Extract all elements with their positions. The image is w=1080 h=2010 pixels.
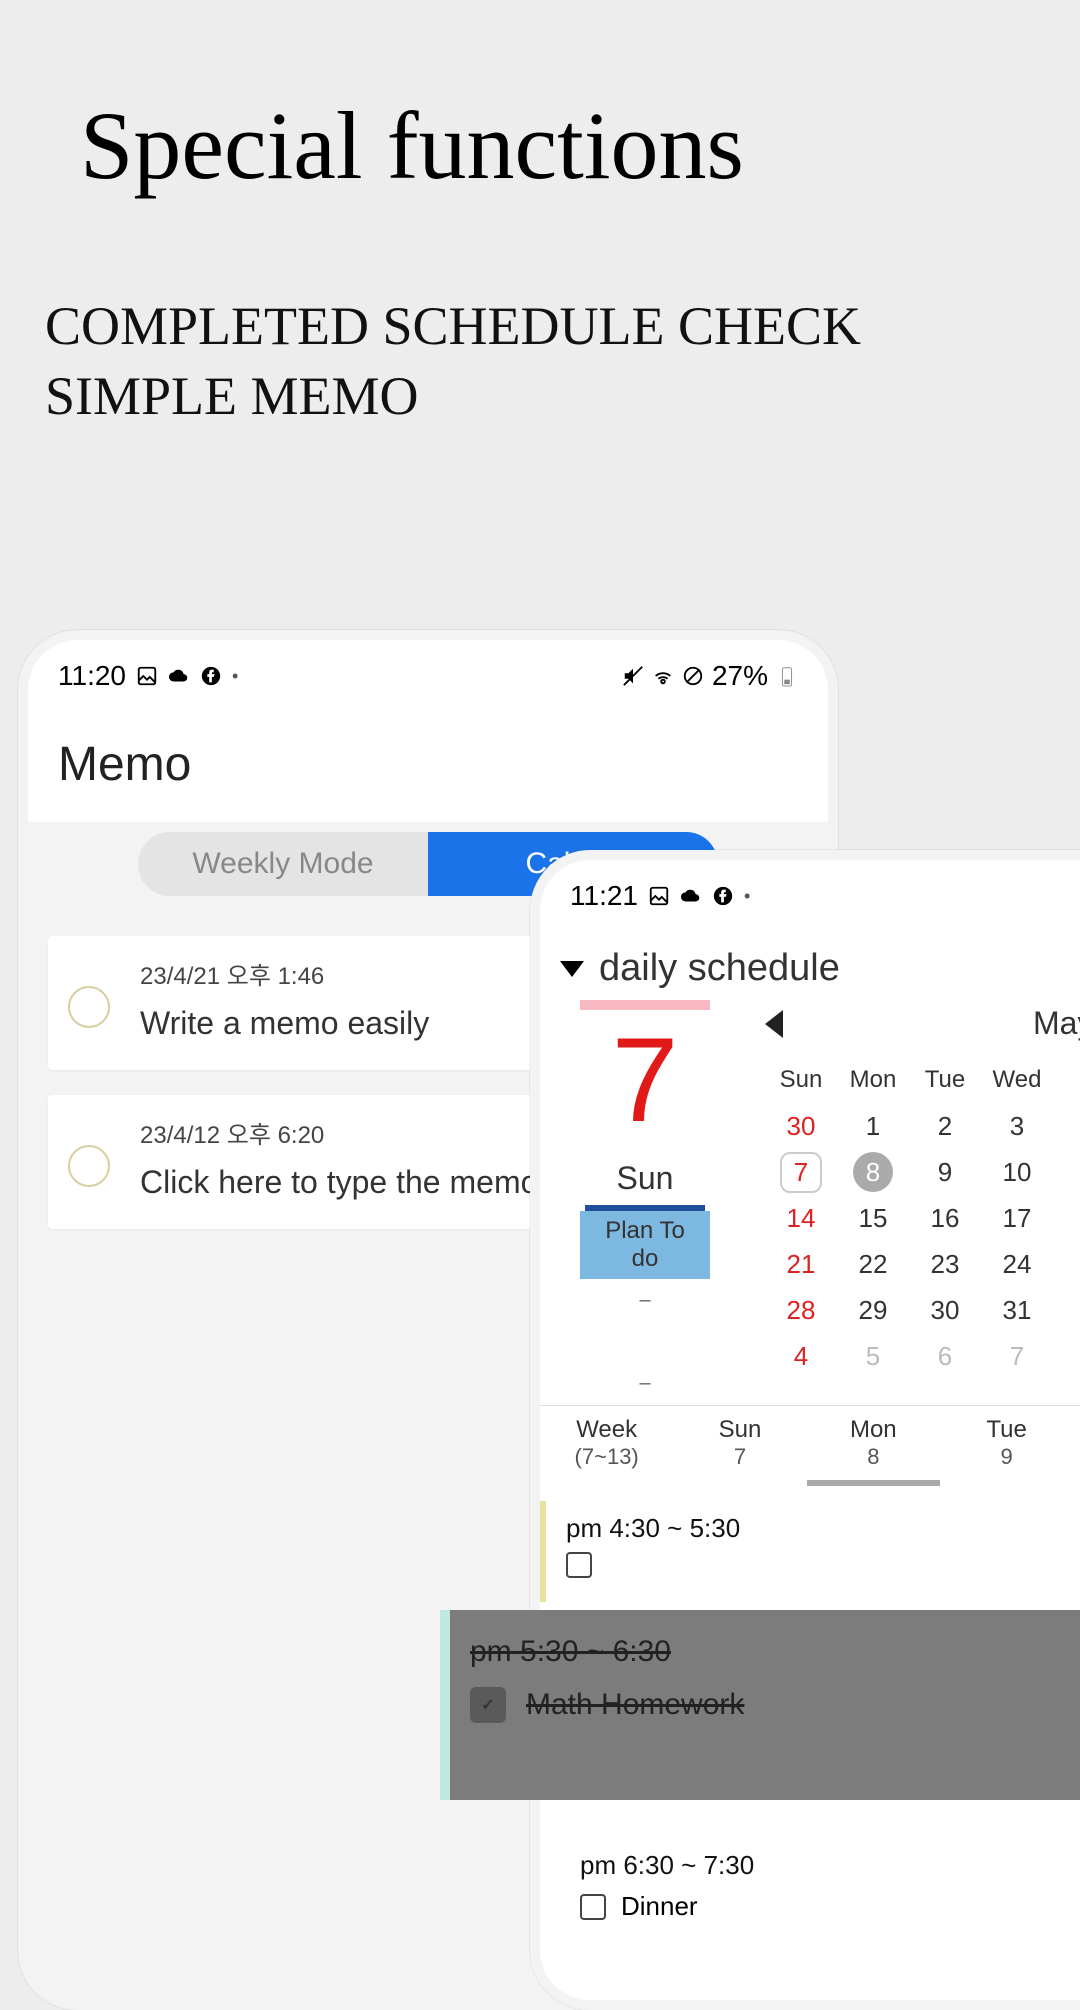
do-not-disturb-icon [682,665,704,687]
calendar-day[interactable]: 17 [981,1195,1053,1241]
calendar-day[interactable]: 1 [837,1103,909,1149]
screen-title-row[interactable]: daily schedule [540,922,1080,1000]
calendar-day[interactable]: 3 [981,1103,1053,1149]
image-icon [136,665,158,687]
calendar-day[interactable]: 22 [837,1241,909,1287]
screen-title: Memo [28,702,828,822]
schedule-text: Dinner [621,1891,698,1922]
week-tab[interactable]: Sun7 [673,1406,806,1486]
battery-percent: 27% [712,660,768,692]
calendar-panel: May 202 Sun Mon Tue Wed 30 1 2 3 7 [735,1000,1080,1395]
dash: – [555,1372,735,1395]
memo-radio[interactable] [68,1145,110,1187]
schedule-time: pm 5:30 ~ 6:30 [470,1635,1080,1669]
selected-day-number: 7 [555,1020,735,1140]
calendar-day[interactable]: 10 [981,1149,1053,1195]
facebook-icon [712,885,734,907]
accent-bar [580,1000,710,1010]
calendar-day[interactable]: 31 [981,1287,1053,1333]
wifi-icon [652,665,674,687]
calendar-header: Sun Mon Tue Wed [765,1057,1080,1103]
dow-label: Wed [981,1057,1053,1103]
checkbox-checked-icon[interactable]: ✓ [470,1687,506,1723]
schedule-time: pm 4:30 ~ 5:30 [566,1513,1080,1544]
page-subhead: COMPLETED SCHEDULE CHECK SIMPLE MEMO [45,291,1080,431]
calendar-day[interactable]: 16 [909,1195,981,1241]
week-tabs[interactable]: Week(7~13) Sun7 Mon8 Tue9 Wed10 Th1 [540,1405,1080,1486]
dow-label: Mon [837,1057,909,1103]
schedule-item[interactable]: pm 6:30 ~ 7:30 Dinner [560,1835,1080,1937]
calendar-day[interactable]: 14 [765,1195,837,1241]
cloud-icon [168,665,190,687]
selected-day-dow: Sun [555,1160,735,1197]
calendar-day[interactable]: 24 [981,1241,1053,1287]
calendar-day[interactable]: 5 [837,1333,909,1379]
selected-day-panel: 7 Sun Plan To do – – [555,1000,735,1395]
schedule-list: pm 4:30 ~ 5:30 [540,1501,1080,1602]
checkbox-empty[interactable] [580,1894,606,1920]
week-tab[interactable]: Week(7~13) [540,1406,673,1486]
dot-icon: • [744,886,750,907]
chevron-down-icon [560,961,584,977]
calendar-day[interactable]: 29 [837,1287,909,1333]
week-tab-active[interactable]: Mon8 [807,1406,940,1486]
week-tab[interactable]: Wed10 [1073,1406,1080,1486]
mute-icon [622,665,644,687]
status-bar: 11:20 • 27% [28,640,828,702]
checkbox-empty[interactable] [566,1552,592,1578]
facebook-icon [200,665,222,687]
status-bar: 11:21 • [540,860,1080,922]
schedule-item-completed[interactable]: pm 5:30 ~ 6:30 ✓ Math Homework [440,1610,1080,1800]
week-tab[interactable]: Tue9 [940,1406,1073,1486]
calendar-day[interactable]: 15 [837,1195,909,1241]
screen-title: daily schedule [599,947,840,990]
calendar-day-today[interactable]: 8 [837,1149,909,1195]
plan-todo-label[interactable]: Plan To do [580,1211,710,1279]
dot-icon: • [232,666,238,687]
calendar-day[interactable]: 7 [981,1333,1053,1379]
schedule-text: Math Homework [526,1688,744,1722]
page-headline: Special functions [80,90,1080,201]
status-time: 11:21 [570,880,638,912]
calendar-day[interactable]: 23 [909,1241,981,1287]
calendar-day[interactable]: 4 [765,1333,837,1379]
calendar-day[interactable]: 6 [909,1333,981,1379]
image-icon [648,885,670,907]
calendar-day[interactable]: 30 [909,1287,981,1333]
calendar-day[interactable]: 28 [765,1287,837,1333]
subhead-line1: COMPLETED SCHEDULE CHECK [45,296,861,356]
calendar-day[interactable]: 30 [765,1103,837,1149]
memo-radio[interactable] [68,986,110,1028]
calendar-day[interactable]: 9 [909,1149,981,1195]
battery-icon [776,665,798,687]
subhead-line2: SIMPLE MEMO [45,366,419,426]
cloud-icon [680,885,702,907]
prev-month-icon[interactable] [765,1010,783,1038]
dow-label: Sun [765,1057,837,1103]
weekly-mode-btn[interactable]: Weekly Mode [138,832,428,896]
status-time: 11:20 [58,660,126,692]
calendar-day[interactable]: 2 [909,1103,981,1149]
dow-label: Tue [909,1057,981,1103]
schedule-time: pm 6:30 ~ 7:30 [580,1850,1080,1881]
calendar-day-selected[interactable]: 7 [765,1149,837,1195]
schedule-item[interactable]: pm 4:30 ~ 5:30 [540,1501,1080,1602]
month-label: May 202 [1033,1005,1080,1042]
dash: – [555,1289,735,1312]
calendar-day[interactable]: 21 [765,1241,837,1287]
calendar-grid[interactable]: 30 1 2 3 7 8 9 10 14 15 16 17 [765,1103,1080,1379]
